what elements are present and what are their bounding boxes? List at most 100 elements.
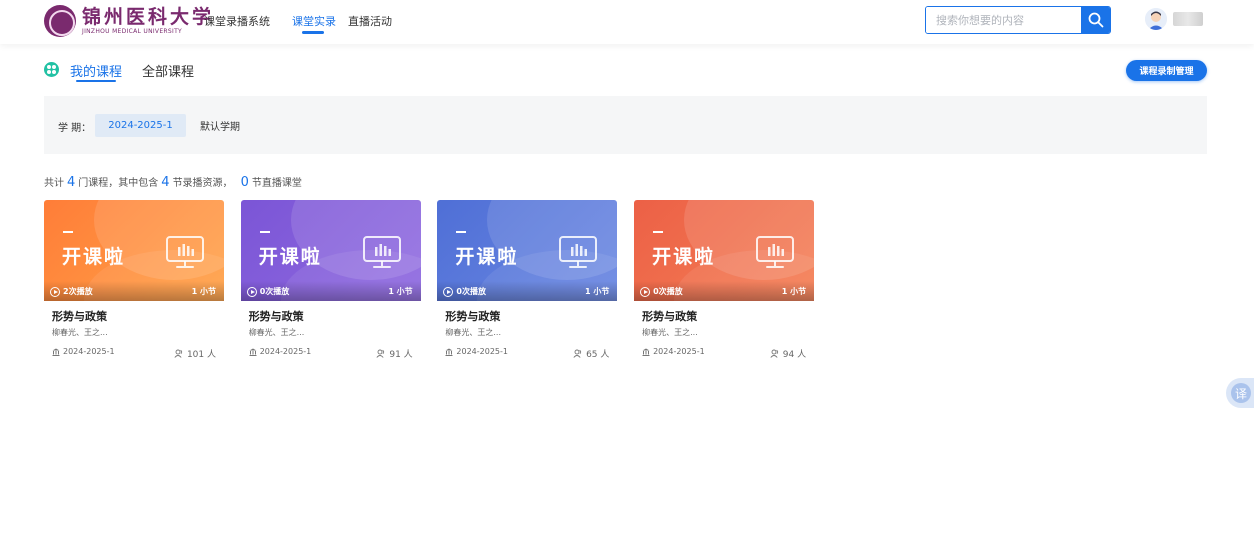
monitor-chart-icon xyxy=(362,236,401,268)
course-card[interactable]: 开课啦 0次播放 1 小节 形势与政策 柳春光、王之... 2024-2025-… xyxy=(437,200,618,362)
translate-icon: 译 xyxy=(1231,383,1251,403)
course-card[interactable]: 开课啦 0次播放 1 小节 形势与政策 柳春光、王之... 2024-2025-… xyxy=(634,200,815,362)
course-title[interactable]: 形势与政策 xyxy=(445,308,500,324)
student-count-text: 94 人 xyxy=(782,350,807,360)
summary-course-count: 4 xyxy=(67,175,76,190)
people-count-icon xyxy=(174,349,183,358)
student-count: 91 人 xyxy=(376,347,413,360)
semester-option-2024-2025-1[interactable]: 2024-2025-1 xyxy=(95,114,186,137)
course-cover[interactable]: 开课啦 0次播放 1 小节 xyxy=(634,200,815,301)
course-title[interactable]: 形势与政策 xyxy=(642,308,697,324)
user-avatar[interactable] xyxy=(1145,8,1167,30)
avatar-person-icon xyxy=(1145,8,1167,30)
summary-mid1: 门课程，其中包含 xyxy=(78,178,159,189)
summary-recording-count: 4 xyxy=(161,175,170,190)
section-count: 1 小节 xyxy=(781,287,807,296)
username-blurred[interactable] xyxy=(1173,12,1203,26)
search-box xyxy=(925,6,1111,34)
play-count-text: 0次播放 xyxy=(259,287,290,296)
nav-recording-system[interactable]: 课堂录播系统 xyxy=(204,13,270,29)
course-term-text: 2024-2025-1 xyxy=(259,347,312,356)
play-count-text: 2次播放 xyxy=(63,287,93,296)
play-count: 2次播放 xyxy=(50,286,93,297)
university-logo[interactable]: 锦州医科大学 JINZHOU MEDICAL UNIVERSITY xyxy=(44,4,214,38)
cover-dash xyxy=(63,231,73,233)
monitor-chart-icon xyxy=(756,236,795,268)
section-count: 1 小节 xyxy=(585,287,610,296)
course-teachers: 柳春光、王之... xyxy=(52,328,108,337)
tab-all-courses[interactable]: 全部课程 xyxy=(142,61,194,80)
top-header: 锦州医科大学 JINZHOU MEDICAL UNIVERSITY 课堂录播系统… xyxy=(0,0,1254,44)
summary-mid2: 节录播资源， xyxy=(172,178,233,189)
course-title[interactable]: 形势与政策 xyxy=(52,308,107,324)
cover-text: 开课啦 xyxy=(455,246,519,268)
play-count: 0次播放 xyxy=(640,286,683,297)
nav-classroom-record[interactable]: 课堂实录 xyxy=(292,13,336,29)
course-term: 2024-2025-1 xyxy=(445,347,508,356)
semester-option-default[interactable]: 默认学期 xyxy=(192,114,248,137)
play-count-text: 0次播放 xyxy=(653,287,683,296)
logo-english-name: JINZHOU MEDICAL UNIVERSITY xyxy=(82,28,182,35)
search-button[interactable] xyxy=(1081,7,1110,33)
course-recording-manage-button[interactable]: 课程录制管理 xyxy=(1126,60,1207,81)
semester-filter-bar: 学 期： 2024-2025-1 默认学期 xyxy=(44,96,1207,154)
student-count: 65 人 xyxy=(573,347,609,360)
student-count-text: 91 人 xyxy=(389,350,413,360)
people-count-icon xyxy=(573,349,582,358)
course-term: 2024-2025-1 xyxy=(52,347,115,356)
translate-float-button[interactable]: 译 xyxy=(1226,378,1254,408)
nav-live-activity[interactable]: 直播活动 xyxy=(348,13,392,29)
play-circle-icon xyxy=(50,286,60,297)
section-count: 1 小节 xyxy=(388,287,413,296)
cover-dash xyxy=(456,231,467,233)
cover-text: 开课啦 xyxy=(62,246,126,268)
course-cover[interactable]: 开课啦 0次播放 1 小节 xyxy=(437,200,618,301)
university-seal-icon xyxy=(44,5,76,37)
course-title[interactable]: 形势与政策 xyxy=(249,308,304,324)
play-circle-icon xyxy=(640,286,651,297)
course-term: 2024-2025-1 xyxy=(642,347,705,356)
summary-live-count: 0 xyxy=(240,175,249,190)
course-term: 2024-2025-1 xyxy=(249,347,312,356)
search-icon xyxy=(1088,12,1103,28)
course-teachers: 柳春光、王之... xyxy=(248,328,305,337)
course-card[interactable]: 开课啦 0次播放 1 小节 形势与政策 柳春光、王之... 2024-2025-… xyxy=(240,200,421,362)
cover-text: 开课啦 xyxy=(258,246,322,268)
play-count: 0次播放 xyxy=(246,286,290,297)
logo-chinese-name: 锦州医科大学 xyxy=(82,6,215,28)
cover-dash xyxy=(653,231,664,233)
course-cover[interactable]: 开课啦 2次播放 1 小节 xyxy=(44,200,224,301)
section-count: 1 小节 xyxy=(191,287,216,296)
term-building-icon xyxy=(52,348,60,356)
semester-label: 学 期： xyxy=(58,123,92,134)
people-count-icon xyxy=(376,349,385,358)
course-summary: 共计 4 门课程，其中包含 4 节录播资源， 0 节直播课堂 xyxy=(44,174,302,190)
play-circle-icon xyxy=(246,286,257,297)
course-term-text: 2024-2025-1 xyxy=(653,347,705,356)
student-count-text: 101 人 xyxy=(186,350,216,360)
course-term-text: 2024-2025-1 xyxy=(63,347,115,356)
student-count: 94 人 xyxy=(770,347,806,360)
course-term-text: 2024-2025-1 xyxy=(456,347,508,356)
course-cover[interactable]: 开课啦 0次播放 1 小节 xyxy=(240,200,421,301)
search-input[interactable] xyxy=(926,7,1081,33)
cover-dash xyxy=(259,231,270,233)
monitor-chart-icon xyxy=(559,236,598,268)
term-building-icon xyxy=(249,348,257,356)
tab-my-courses[interactable]: 我的课程 xyxy=(70,61,122,80)
student-count-text: 65 人 xyxy=(586,350,610,360)
student-count: 101 人 xyxy=(174,347,216,360)
course-teachers: 柳春光、王之... xyxy=(642,328,698,337)
term-building-icon xyxy=(642,348,650,356)
play-count-text: 0次播放 xyxy=(456,287,486,296)
term-building-icon xyxy=(445,348,453,356)
course-card[interactable]: 开课啦 2次播放 1 小节 形势与政策 柳春光、王之... 2024-2025-… xyxy=(44,200,224,362)
play-count: 0次播放 xyxy=(443,286,486,297)
play-circle-icon xyxy=(443,286,454,297)
nav-active-underline xyxy=(302,31,324,34)
course-teachers: 柳春光、王之... xyxy=(445,328,502,337)
logo-text: 锦州医科大学 JINZHOU MEDICAL UNIVERSITY xyxy=(82,6,214,36)
cover-text: 开课啦 xyxy=(652,246,716,268)
summary-prefix: 共计 xyxy=(44,178,64,189)
tab-active-underline xyxy=(76,80,116,82)
